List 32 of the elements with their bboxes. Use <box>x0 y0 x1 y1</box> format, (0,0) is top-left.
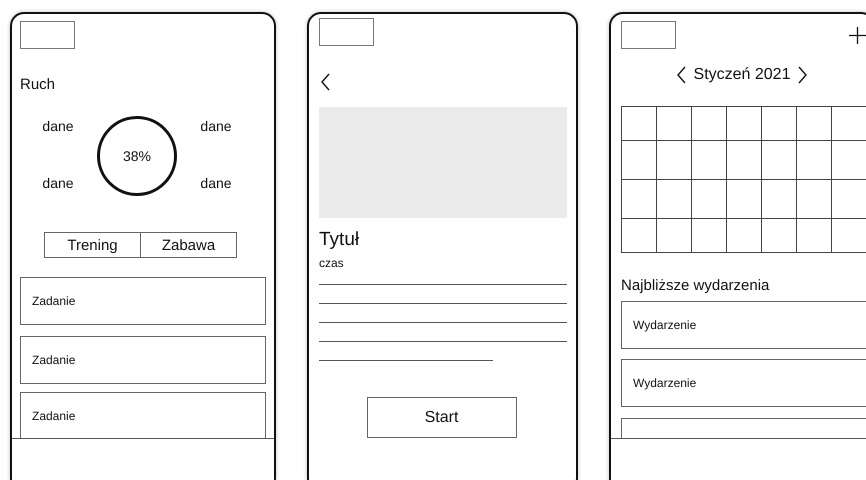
next-month-button[interactable] <box>798 66 808 84</box>
stat-label: dane <box>200 118 232 134</box>
task-label: Zadanie <box>32 409 76 423</box>
segment-tab[interactable]: Zabawa <box>140 232 237 258</box>
logo-placeholder <box>20 21 75 49</box>
task-card[interactable]: Zadanie <box>20 277 266 325</box>
stat-label: dane <box>200 175 232 191</box>
event-card[interactable]: Wydarzenie <box>621 301 866 349</box>
back-icon <box>320 72 330 90</box>
month-label: Styczeń 2021 <box>694 66 790 84</box>
section-title: Najbliższe wydarzenia <box>621 277 770 295</box>
event-card[interactable]: Wydarzenie <box>621 359 866 407</box>
segment-tab[interactable]: Trening <box>44 232 141 258</box>
logo-placeholder <box>319 18 374 46</box>
stat-label: dane <box>42 118 74 134</box>
detail-title: Tytuł <box>319 229 360 252</box>
event-label: Wydarzenie <box>633 376 696 390</box>
task-label: Zadanie <box>32 353 76 367</box>
previous-month-button[interactable] <box>676 66 686 84</box>
progress-circle: 38% <box>97 116 177 196</box>
chevron-left-icon <box>676 66 686 84</box>
task-card[interactable]: Zadanie <box>20 336 266 384</box>
time-label: czas <box>319 256 344 270</box>
chevron-right-icon <box>798 66 808 84</box>
event-label: Wydarzenie <box>633 318 696 332</box>
section-title: Ruch <box>20 76 56 94</box>
start-button[interactable]: Start <box>366 397 516 438</box>
add-icon[interactable] <box>849 26 866 44</box>
stat-label: dane <box>42 175 74 191</box>
logo-placeholder <box>621 21 676 49</box>
calendar-grid[interactable] <box>621 106 866 253</box>
task-label: Zadanie <box>32 294 76 308</box>
